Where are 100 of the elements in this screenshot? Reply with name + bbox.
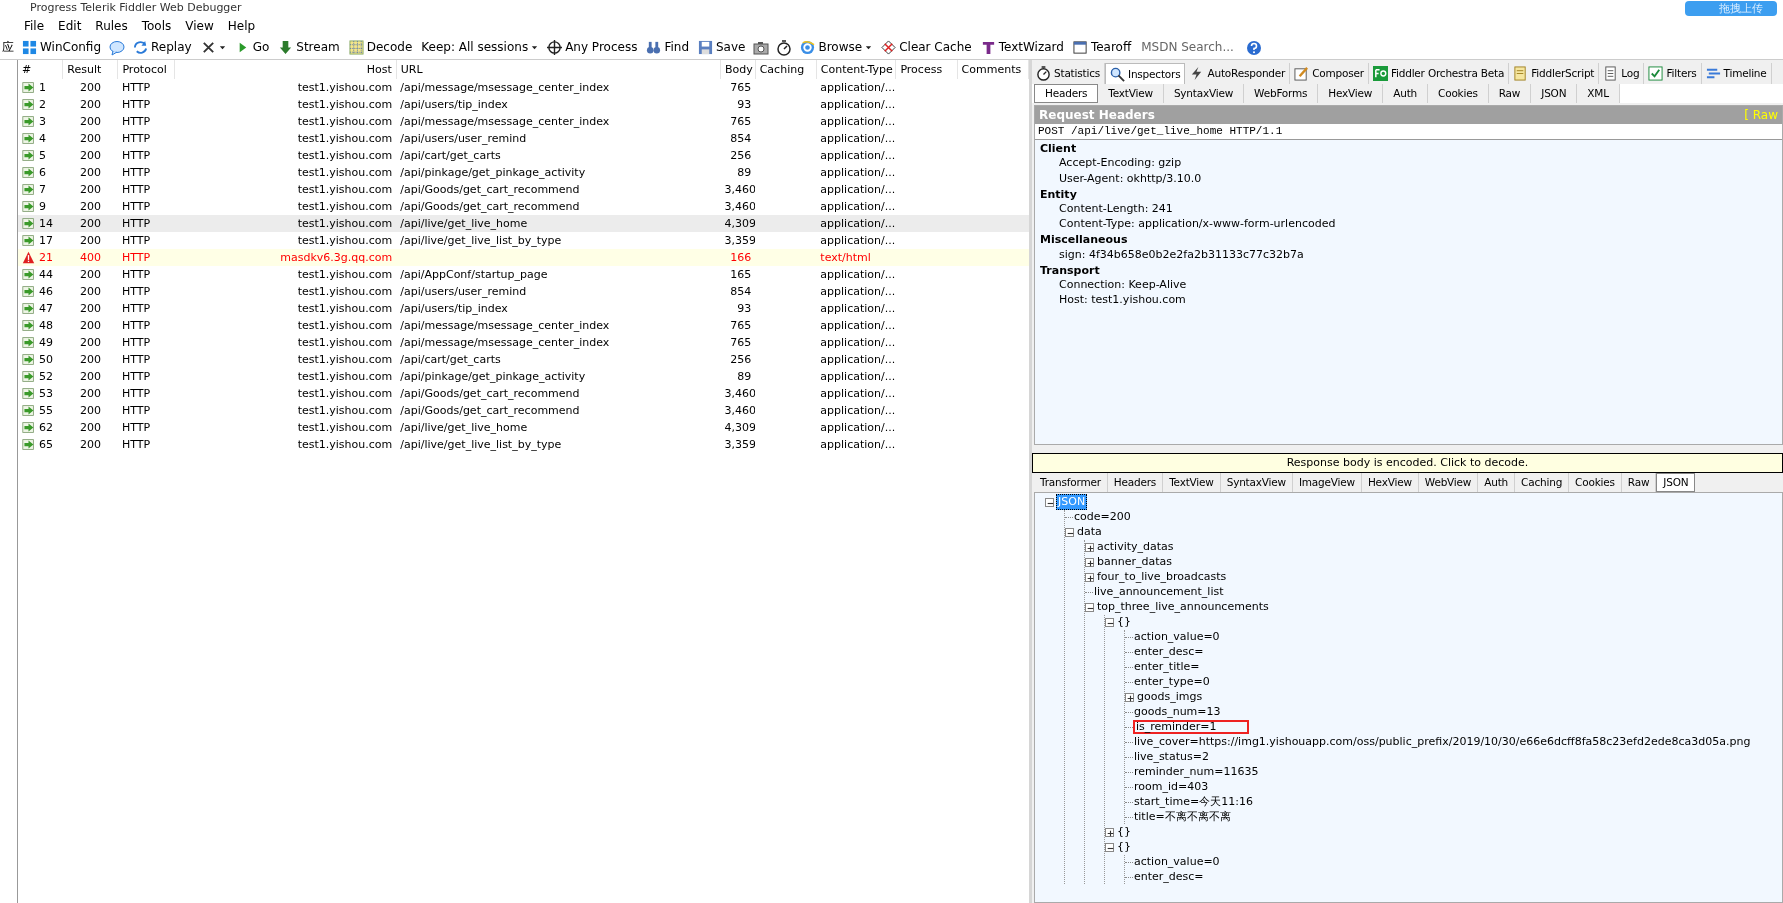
column-header[interactable]: Body [720, 60, 756, 79]
column-header[interactable]: Process [895, 60, 958, 79]
comment-icon[interactable] [109, 39, 126, 56]
dropdown-button[interactable]: Keep: All sessions [420, 40, 540, 55]
menu-item[interactable]: Rules [95, 18, 128, 34]
tab[interactable]: XML [1577, 84, 1620, 103]
table-cell: application/... [820, 182, 896, 196]
toolbar-button[interactable]: Save [697, 40, 747, 55]
expander-toggle[interactable] [1085, 557, 1094, 567]
tab[interactable]: TextView [1098, 84, 1164, 103]
column-header[interactable]: Protocol [117, 60, 174, 79]
tree-node[interactable]: {} [1116, 615, 1132, 629]
toolbar-button[interactable]: Decode [347, 40, 414, 55]
tab[interactable]: Raw [1488, 84, 1532, 103]
document-icon [1603, 66, 1619, 81]
tree-node[interactable]: live_announcement_list [1093, 585, 1225, 599]
table-cell: /api/Goods/get_cart_recommend [400, 199, 580, 213]
table-cell: HTTP [121, 199, 151, 213]
tree-node[interactable]: enter_desc= [1133, 645, 1205, 659]
table-cell: HTTP [121, 318, 151, 332]
table-cell: application/... [820, 216, 896, 230]
tab[interactable]: Cookies [1428, 84, 1489, 103]
table-cell: 53 [39, 386, 53, 401]
expander-toggle[interactable] [1105, 617, 1114, 627]
tree-node[interactable]: enter_title= [1133, 660, 1201, 674]
tree-node[interactable]: goods_num=13 [1133, 705, 1222, 719]
expander-toggle[interactable] [1085, 602, 1094, 612]
expander-toggle[interactable] [1085, 572, 1094, 582]
table-cell: 854 [730, 131, 752, 145]
tab[interactable]: JSON [1531, 84, 1578, 103]
menu-item[interactable]: Edit [58, 18, 82, 34]
expander-toggle[interactable] [1085, 542, 1094, 552]
tree-node[interactable]: enter_desc= [1133, 870, 1205, 884]
toolbar-button[interactable]: Any Process [546, 40, 639, 55]
tab[interactable]: HexView [1318, 84, 1384, 103]
menu-item[interactable]: View [185, 18, 214, 34]
table-cell: application/... [820, 165, 896, 179]
column-header[interactable]: URL [396, 60, 721, 79]
tab[interactable]: SyntaxView [1163, 84, 1245, 103]
toolbar-button[interactable]: TextWizard [979, 40, 1065, 55]
expander-toggle[interactable] [1065, 527, 1074, 537]
tree-node[interactable]: live_cover=https://img1.yishouapp.com/oss/public_prefix/2019/10/30/e66e6dcff8fa58c23efd2ede8ca3d05a.png [1133, 735, 1752, 749]
tree-node[interactable]: room_id=403 [1133, 780, 1210, 794]
column-header[interactable]: Result [62, 60, 118, 79]
tree-node[interactable]: activity_datas [1096, 540, 1175, 554]
tree-node[interactable]: {} [1116, 840, 1132, 854]
tab[interactable]: Inspectors [1105, 63, 1186, 84]
notice-bar[interactable]: Response body is encoded. Click to decode. [1032, 453, 1783, 473]
help-icon[interactable] [1246, 39, 1263, 56]
toolbar-button[interactable]: Find [645, 40, 690, 55]
column-header[interactable]: Host [174, 60, 397, 79]
dropdown-button[interactable]: Browse [799, 40, 874, 55]
toolbar-button[interactable]: Tearoff [1071, 40, 1133, 55]
menu-item[interactable]: File [24, 18, 45, 34]
tree-node[interactable]: four_to_live_broadcasts [1096, 570, 1228, 584]
toolbar-button[interactable]: Go [233, 40, 271, 55]
tab[interactable]: Headers [1034, 84, 1099, 103]
menu-item[interactable]: Tools [141, 18, 172, 34]
magnifier-icon [1110, 66, 1125, 82]
tree-node[interactable]: is_reminder=1 [1133, 720, 1249, 734]
tree-node[interactable]: live_status=2 [1133, 750, 1210, 764]
table-cell: test1.yishou.com [297, 131, 393, 145]
menu-item[interactable]: Help [227, 18, 256, 34]
tree-node[interactable]: data [1076, 525, 1103, 539]
tree-node[interactable]: action_value=0 [1133, 630, 1221, 644]
tab[interactable]: WebForms [1244, 84, 1319, 103]
table-cell: application/... [820, 80, 896, 94]
tree-node[interactable]: top_three_live_announcements [1096, 600, 1270, 614]
expander-toggle[interactable] [1045, 497, 1054, 507]
table-cell: application/... [820, 318, 896, 332]
table-cell: 4 [39, 131, 46, 146]
tree-node[interactable]: reminder_num=11635 [1133, 765, 1260, 779]
tree-node[interactable]: enter_type=0 [1133, 675, 1211, 689]
tree-node[interactable]: {} [1116, 825, 1132, 839]
column-header[interactable]: Caching [755, 60, 817, 79]
toolbar-button[interactable]: WinConfig [21, 40, 103, 55]
toolbar-button[interactable]: Stream [277, 40, 341, 55]
tree-node[interactable]: banner_datas [1096, 555, 1173, 569]
toolbar-button[interactable]: Clear Cache [880, 40, 973, 55]
tree-node[interactable]: action_value=0 [1133, 855, 1221, 869]
expander-toggle[interactable] [1125, 692, 1134, 702]
arrow-icon [22, 115, 35, 128]
tree-node[interactable]: goods_imgs [1136, 690, 1204, 704]
expander-toggle[interactable] [1105, 827, 1114, 837]
stopwatch-icon[interactable] [776, 39, 793, 56]
expander-toggle[interactable] [1105, 842, 1114, 852]
table-cell: HTTP [121, 284, 151, 298]
column-header[interactable]: # [18, 60, 63, 79]
tab[interactable]: Auth [1383, 84, 1429, 103]
tree-node[interactable]: code=200 [1073, 510, 1132, 524]
table-cell: test1.yishou.com [297, 114, 393, 128]
tab[interactable]: JSON [1656, 473, 1696, 492]
script-icon [1513, 66, 1529, 81]
tree-node[interactable]: start_time=今天11:16 [1133, 795, 1254, 809]
tree-node[interactable]: title=不离不离不离 [1133, 810, 1232, 824]
camera-icon[interactable] [753, 39, 770, 56]
table-cell: application/... [820, 352, 896, 366]
toolbar-button[interactable]: Replay [132, 40, 193, 55]
column-header[interactable]: Comments [957, 60, 1029, 79]
column-header[interactable]: Content-Type [816, 60, 896, 79]
